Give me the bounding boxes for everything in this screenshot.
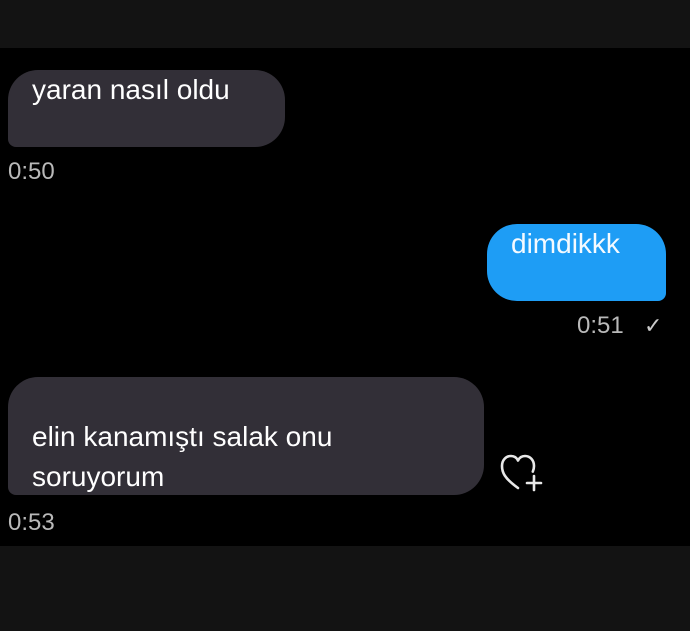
message-bubble-outgoing[interactable]: dimdikkk xyxy=(487,224,666,301)
checkmark-icon: ✓ xyxy=(644,313,663,338)
message-text: dimdikkk xyxy=(511,228,620,259)
message-timestamp: 0:50 xyxy=(8,158,55,185)
heart-plus-icon[interactable] xyxy=(500,454,546,494)
top-bar xyxy=(0,0,690,48)
bottom-bar xyxy=(0,546,690,631)
message-bubble-incoming[interactable]: yaran nasıl oldu xyxy=(8,70,285,147)
message-bubble-incoming[interactable]: elin kanamıştı salak onu soruyorum xyxy=(8,377,484,495)
chat-thread[interactable]: yaran nasıl oldu 0:50 dimdikkk 0:51 ✓ el… xyxy=(0,48,690,546)
message-text: elin kanamıştı salak onu soruyorum xyxy=(32,421,333,492)
message-timestamp: 0:53 xyxy=(8,509,55,536)
message-text: yaran nasıl oldu xyxy=(32,74,230,105)
message-timestamp: 0:51 xyxy=(577,312,624,339)
